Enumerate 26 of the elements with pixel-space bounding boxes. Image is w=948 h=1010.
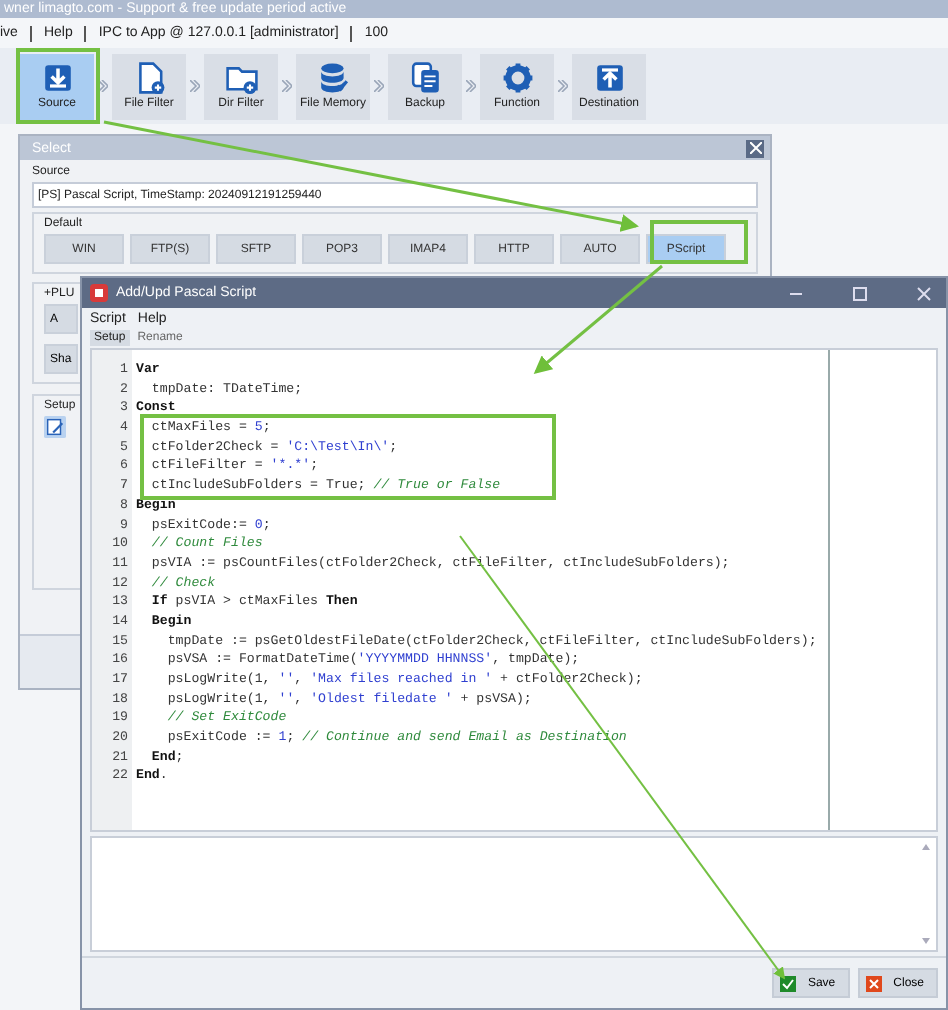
highlight-frame: [16, 48, 100, 124]
edit-icon[interactable]: [44, 416, 66, 438]
code-editor[interactable]: [90, 348, 938, 832]
settings-icon: [501, 62, 533, 94]
app-icon: [90, 284, 108, 302]
chevron-icon: [466, 80, 476, 92]
annotation-arrow: [533, 264, 663, 374]
copy-icon: [409, 62, 441, 94]
database-icon: [317, 62, 349, 94]
folder-add-icon: [225, 62, 257, 94]
maximize-icon[interactable]: [850, 283, 870, 303]
file-add-icon: [133, 62, 165, 94]
scroll-down-icon[interactable]: [922, 938, 930, 944]
close-icon[interactable]: [914, 283, 934, 303]
chevron-icon: [282, 80, 292, 92]
chevron-icon: [98, 80, 108, 92]
chevron-icon: [374, 80, 384, 92]
check-icon: [779, 975, 796, 991]
close-button[interactable]: [746, 139, 764, 157]
chevron-icon: [190, 80, 200, 92]
upload-icon: [593, 62, 625, 94]
scroll-up-icon[interactable]: [922, 844, 930, 850]
download-icon: [41, 62, 73, 94]
chevron-icon: [558, 80, 568, 92]
highlight-frame: [650, 220, 748, 264]
close-icon: [865, 975, 882, 991]
